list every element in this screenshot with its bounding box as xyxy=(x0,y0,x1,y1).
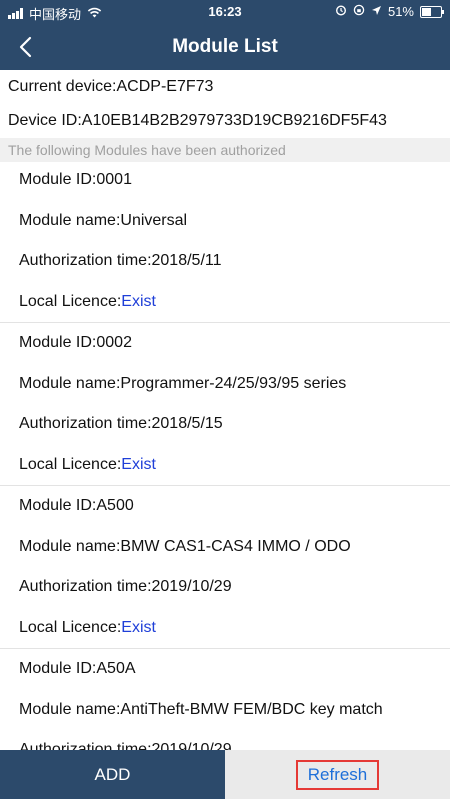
list-item[interactable]: Module ID:A500 Module name:BMW CAS1-CAS4… xyxy=(0,486,450,649)
location-icon xyxy=(371,4,382,19)
authorization-time: Authorization time:2019/10/29 xyxy=(19,578,232,595)
licence-label: Local Licence: xyxy=(19,455,122,473)
refresh-button-area[interactable]: Refresh xyxy=(225,750,450,799)
module-id: Module ID:0002 xyxy=(19,334,132,351)
refresh-button[interactable]: Refresh xyxy=(295,759,380,790)
module-name: Module name:Programmer-24/25/93/95 serie… xyxy=(19,374,347,392)
device-id: Device ID:A10EB14B2B2979733D19CB9216DF5F… xyxy=(8,112,387,129)
list-item[interactable]: Module ID:A50A Module name:AntiTheft-BMW… xyxy=(0,649,450,750)
status-right: 51% xyxy=(335,4,444,19)
local-licence: Local Licence:Exist xyxy=(0,445,450,486)
module-list[interactable]: Module ID:0001 Module name:Universal Aut… xyxy=(0,160,450,750)
alarm-icon xyxy=(335,4,347,19)
status-bar: 中国移动 16:23 51% xyxy=(0,0,450,24)
battery-percent: 51% xyxy=(387,4,414,19)
local-licence: Local Licence:Exist xyxy=(0,282,450,323)
module-name: Module name:AntiTheft-BMW FEM/BDC key ma… xyxy=(19,700,383,718)
module-id: Module ID:A500 xyxy=(19,497,134,514)
module-id: Module ID:A50A xyxy=(19,660,136,677)
licence-label: Local Licence: xyxy=(19,292,122,310)
module-id: Module ID:0001 xyxy=(19,171,132,188)
device-info: Current device:ACDP-E7F73 Device ID:A10E… xyxy=(0,70,450,162)
licence-status-link[interactable]: Exist xyxy=(121,293,156,310)
local-licence: Local Licence:Exist xyxy=(0,608,450,649)
licence-status-link[interactable]: Exist xyxy=(121,456,156,473)
licence-label: Local Licence: xyxy=(19,618,122,636)
bottom-toolbar: ADD Refresh xyxy=(0,750,450,799)
nav-bar: Module List xyxy=(0,24,450,70)
authorization-time: Authorization time:2018/5/15 xyxy=(19,415,223,432)
current-device: Current device:ACDP-E7F73 xyxy=(8,78,214,95)
module-name: Module name:Universal xyxy=(19,211,188,229)
list-item[interactable]: Module ID:0001 Module name:Universal Aut… xyxy=(0,160,450,323)
battery-icon xyxy=(420,5,444,18)
add-button[interactable]: ADD xyxy=(0,750,225,799)
list-item[interactable]: Module ID:0002 Module name:Programmer-24… xyxy=(0,323,450,486)
module-name: Module name:BMW CAS1-CAS4 IMMO / ODO xyxy=(19,537,351,555)
authorization-time: Authorization time:2018/5/11 xyxy=(19,252,222,269)
licence-status-link[interactable]: Exist xyxy=(121,619,156,636)
authorization-time: Authorization time:2019/10/29 xyxy=(19,741,232,750)
section-header: The following Modules have been authoriz… xyxy=(0,138,450,162)
rotation-lock-icon xyxy=(353,4,365,19)
page-title: Module List xyxy=(172,36,278,57)
